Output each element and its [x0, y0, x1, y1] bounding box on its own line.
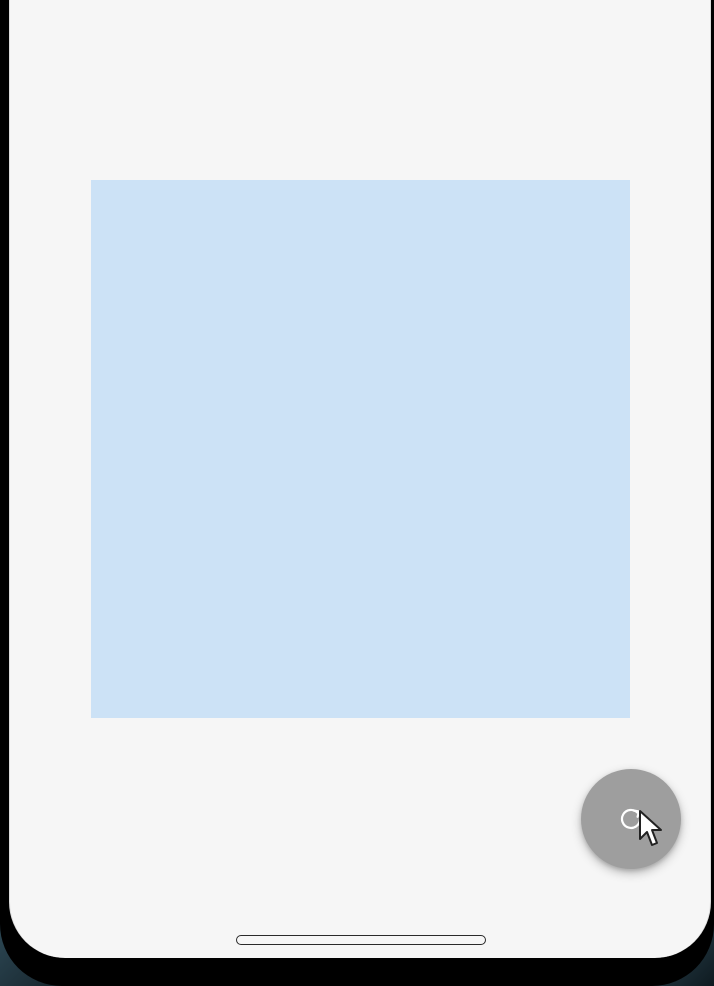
content-placeholder-box — [91, 180, 630, 718]
refresh-fab-button[interactable] — [581, 769, 681, 869]
phone-screen — [9, 0, 711, 958]
refresh-icon — [620, 808, 642, 829]
desktop-background — [0, 0, 714, 986]
home-indicator-bar[interactable] — [236, 935, 486, 945]
